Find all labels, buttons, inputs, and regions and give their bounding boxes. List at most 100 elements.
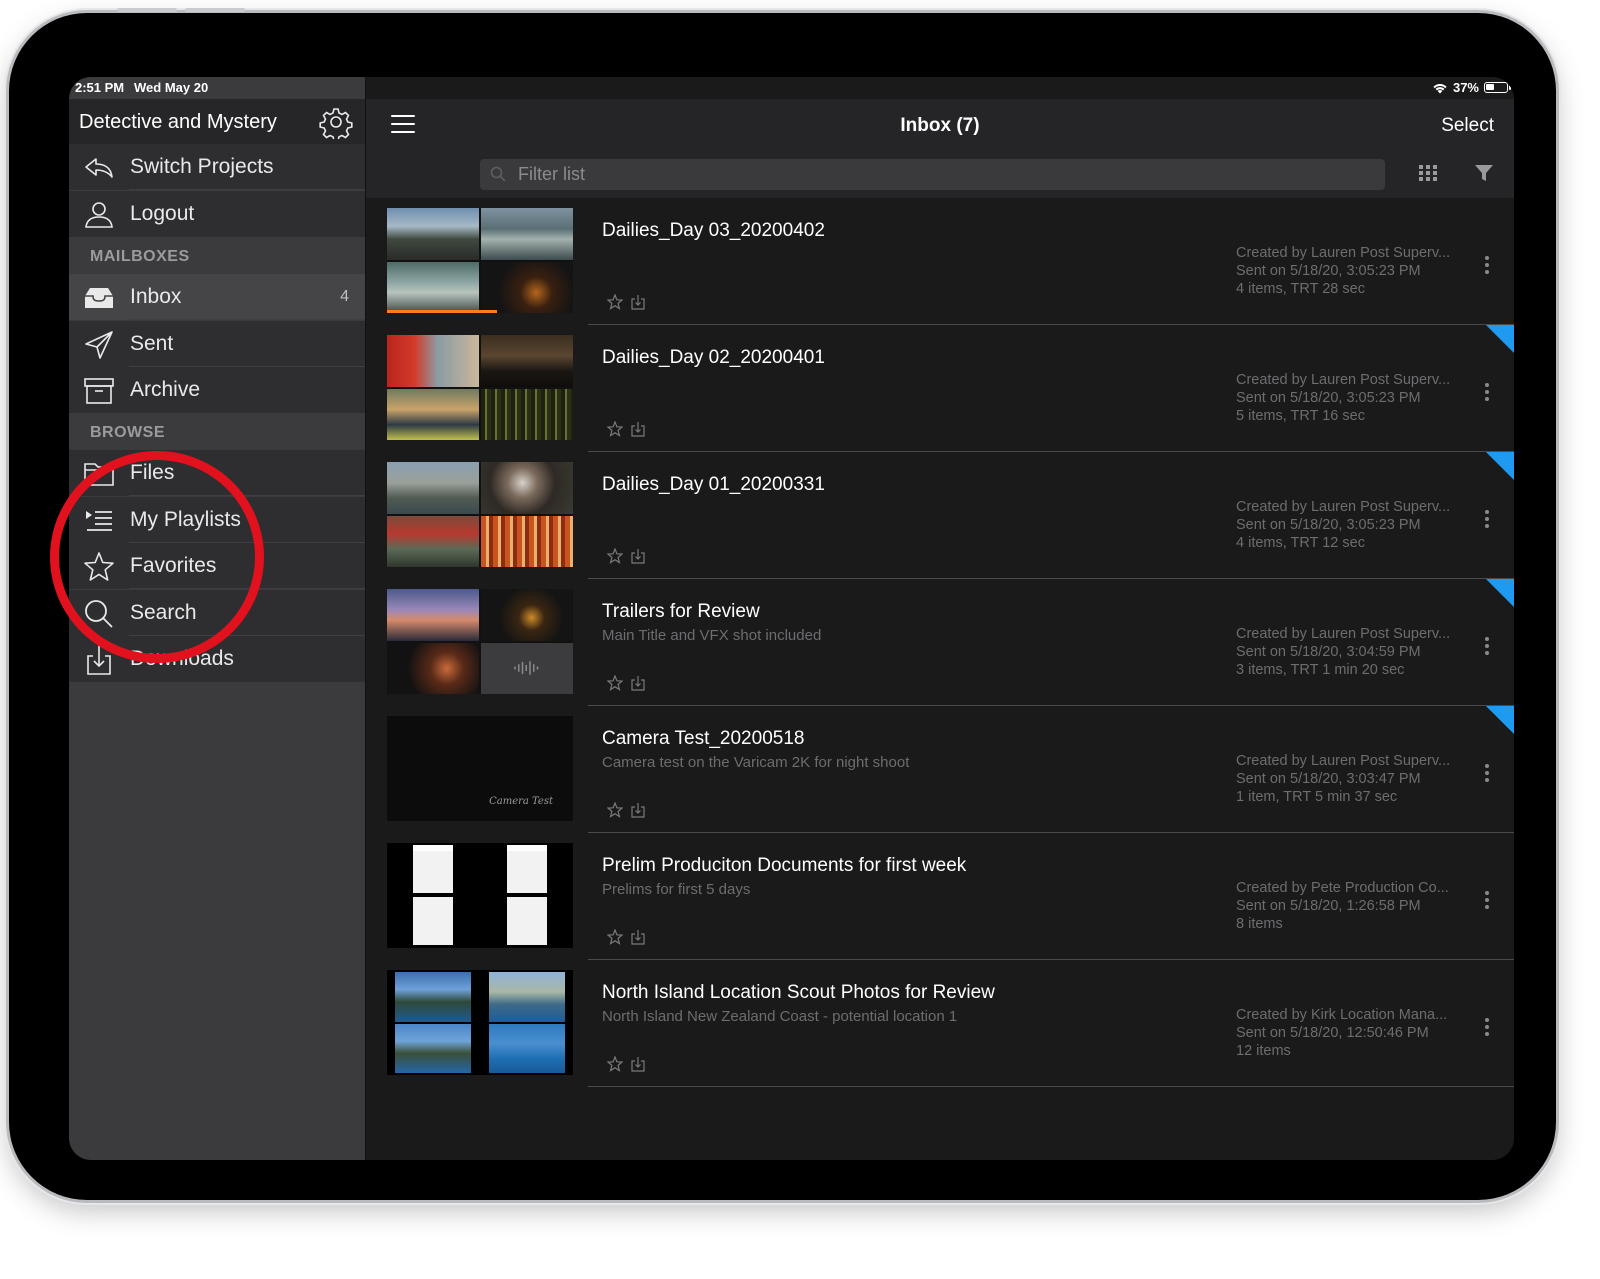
paper-plane-icon (85, 331, 113, 359)
item-title: Trailers for Review (602, 601, 760, 622)
page-title: Inbox (7) (900, 115, 980, 136)
nav-bar: Inbox (7) Select (366, 99, 1514, 154)
status-date: Wed May 20 (134, 80, 209, 95)
playback-progress-bar (387, 310, 497, 313)
archive-box-icon (84, 378, 114, 404)
sent-on: Sent on 5/18/20, 1:26:58 PM (1236, 898, 1421, 914)
sidebar-item-sent[interactable]: Sent (69, 321, 365, 367)
more-options-icon[interactable] (1484, 764, 1490, 784)
item-meta: Created by Kirk Location Mana... Sent on… (1236, 1006, 1447, 1060)
battery-icon (1484, 82, 1511, 93)
item-meta: Created by Lauren Post Superv... Sent on… (1236, 371, 1450, 425)
sidebar-item-logout[interactable]: Logout (69, 191, 365, 237)
favorite-star-icon[interactable] (607, 929, 623, 945)
volume-button-top-2 (185, 8, 245, 12)
item-meta: Created by Lauren Post Superv... Sent on… (1236, 498, 1450, 552)
list-item[interactable]: Camera Test Camera Test_20200518 Camera … (366, 706, 1514, 833)
volume-button-top (117, 8, 177, 12)
status-right: 37% (1432, 80, 1511, 95)
item-title: Camera Test_20200518 (602, 728, 805, 749)
item-meta: Created by Lauren Post Superv... Sent on… (1236, 752, 1450, 806)
grid-view-icon[interactable] (1418, 163, 1438, 183)
favorite-star-icon[interactable] (607, 548, 623, 564)
more-options-icon[interactable] (1484, 891, 1490, 911)
download-icon[interactable] (631, 548, 645, 564)
item-meta: Created by Pete Production Co... Sent on… (1236, 879, 1449, 933)
list-item[interactable]: Prelim Produciton Documents for first we… (366, 833, 1514, 960)
created-by: Created by Lauren Post Superv... (1236, 372, 1451, 388)
sent-on: Sent on 5/18/20, 3:04:59 PM (1236, 644, 1421, 660)
sent-on: Sent on 5/18/20, 3:03:47 PM (1236, 771, 1421, 787)
item-meta: Created by Lauren Post Superv... Sent on… (1236, 625, 1450, 679)
section-browse: BROWSE (90, 424, 165, 441)
wifi-icon (1433, 83, 1447, 93)
unread-flag (1486, 325, 1514, 353)
favorite-star-icon[interactable] (607, 421, 623, 437)
created-by: Created by Lauren Post Superv... (1236, 753, 1451, 769)
project-title: Detective and Mystery (79, 111, 277, 133)
sidebar-item-archive[interactable]: Archive (69, 367, 365, 413)
more-options-icon[interactable] (1484, 1018, 1490, 1038)
sent-on: Sent on 5/18/20, 3:05:23 PM (1236, 517, 1421, 533)
download-icon[interactable] (631, 802, 645, 818)
item-summary: 5 items, TRT 16 sec (1236, 408, 1365, 424)
list-item[interactable]: Dailies_Day 03_20200402 Created by Laure… (366, 198, 1514, 325)
item-description: Camera test on the Varicam 2K for night … (602, 754, 910, 771)
select-button[interactable]: Select (1441, 115, 1494, 137)
filter-input[interactable] (518, 159, 1368, 190)
created-by: Created by Lauren Post Superv... (1236, 499, 1451, 515)
status-time: 2:51 PM (75, 80, 125, 95)
list-item[interactable]: Trailers for Review Main Title and VFX s… (366, 579, 1514, 706)
download-icon[interactable] (631, 929, 645, 945)
favorite-star-icon[interactable] (607, 1056, 623, 1072)
list-item[interactable]: Dailies_Day 02_20200401 Created by Laure… (366, 325, 1514, 452)
search-icon (490, 166, 506, 182)
thumbnail-single: Camera Test (387, 716, 573, 821)
favorite-star-icon[interactable] (607, 294, 623, 310)
unread-flag (1486, 706, 1514, 734)
item-description: Main Title and VFX shot included (602, 627, 822, 644)
more-options-icon[interactable] (1484, 637, 1490, 657)
download-icon[interactable] (631, 1056, 645, 1072)
sidebar-item-inbox[interactable]: Inbox 4 (69, 274, 365, 320)
more-options-icon[interactable] (1484, 383, 1490, 403)
created-by: Created by Kirk Location Mana... (1236, 1007, 1448, 1023)
main-panel: Inbox (7) Select Dailies_Day 03 (365, 77, 1514, 1160)
sidebar-header: Detective and Mystery (69, 99, 365, 144)
tray-icon (85, 288, 113, 308)
item-meta: Created by Lauren Post Superv... Sent on… (1236, 244, 1450, 298)
more-options-icon[interactable] (1484, 510, 1490, 530)
more-options-icon[interactable] (1484, 256, 1490, 276)
app-screen: 2:51 PM Wed May 20 37% Detective and Mys… (69, 77, 1514, 1160)
thumbnail-grid (387, 589, 573, 694)
sidebar-item-switch-projects[interactable]: Switch Projects (69, 144, 365, 190)
status-bar: 2:51 PM Wed May 20 37% (69, 77, 1514, 99)
item-summary: 1 item, TRT 5 min 37 sec (1236, 789, 1398, 805)
gear-icon[interactable] (319, 105, 353, 139)
filter-field[interactable] (480, 159, 1385, 190)
audio-waveform-icon (514, 661, 539, 675)
sidebar-item-label: Archive (130, 378, 201, 401)
sent-on: Sent on 5/18/20, 12:50:46 PM (1236, 1025, 1429, 1041)
filter-funnel-icon[interactable] (1474, 163, 1494, 183)
download-icon[interactable] (631, 421, 645, 437)
favorite-star-icon[interactable] (607, 675, 623, 691)
thumbnail-grid (387, 208, 573, 313)
list-item[interactable]: Dailies_Day 01_20200331 Created by Laure… (366, 452, 1514, 579)
item-description: North Island New Zealand Coast - potenti… (602, 1008, 958, 1025)
sidebar-item-label: Logout (130, 202, 195, 225)
thumbnail-grid (387, 335, 573, 440)
download-icon[interactable] (631, 294, 645, 310)
download-icon[interactable] (631, 675, 645, 691)
sent-on: Sent on 5/18/20, 3:05:23 PM (1236, 263, 1421, 279)
item-summary: 12 items (1236, 1043, 1291, 1059)
favorite-star-icon[interactable] (607, 802, 623, 818)
item-title: North Island Location Scout Photos for R… (602, 982, 995, 1003)
thumbnail-grid (387, 843, 573, 948)
item-title: Dailies_Day 03_20200402 (602, 220, 825, 241)
item-summary: 3 items, TRT 1 min 20 sec (1236, 662, 1405, 678)
sidebar-item-label: Inbox (130, 285, 182, 308)
created-by: Created by Pete Production Co... (1236, 880, 1449, 896)
list-item[interactable]: North Island Location Scout Photos for R… (366, 960, 1514, 1087)
item-summary: 4 items, TRT 28 sec (1236, 281, 1365, 297)
